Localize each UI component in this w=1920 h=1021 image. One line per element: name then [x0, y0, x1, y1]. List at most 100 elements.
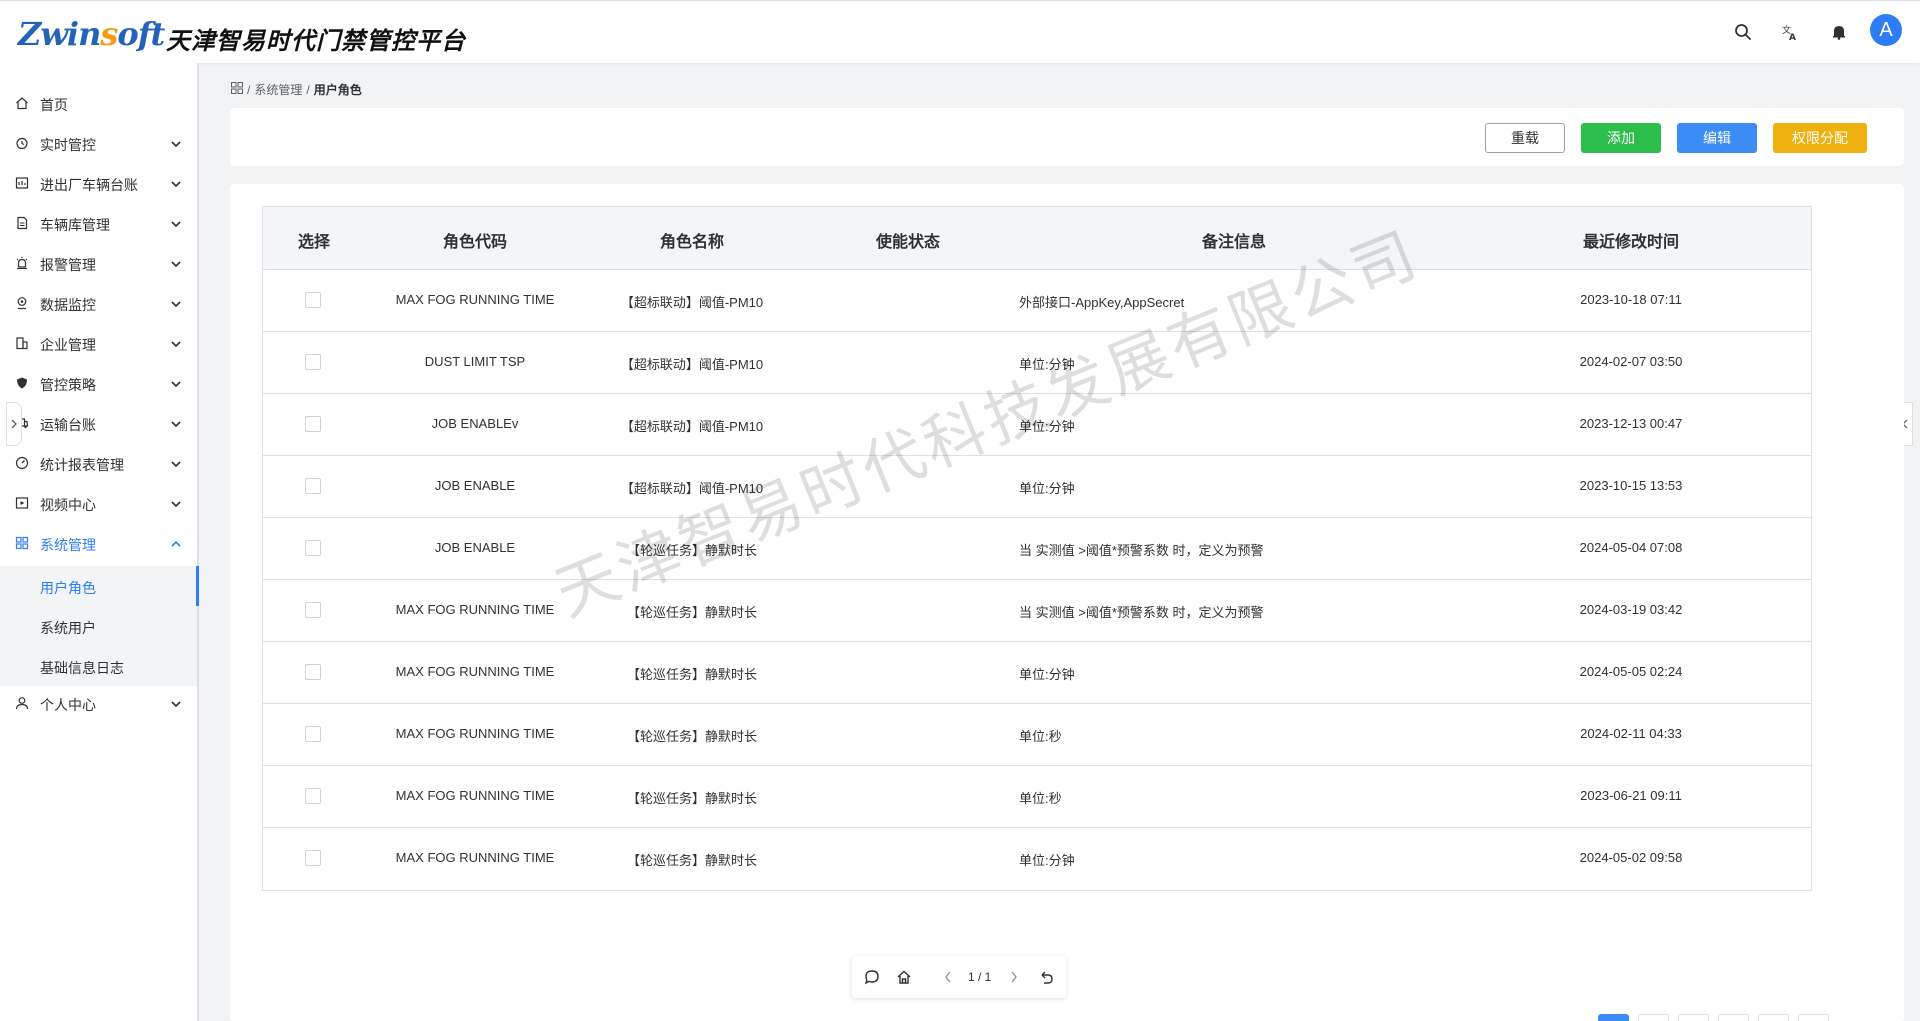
cell-remark: 当 实测值 >阈值*预警系数 时，定义为预警 [1019, 543, 1264, 558]
chevron-down-icon[interactable] [170, 697, 182, 709]
table-row[interactable]: JOB ENABLEv 【超标联动】阈值-PM10 单位:分钟 2023-12-13 … [263, 394, 1811, 456]
page-tab[interactable] [1758, 1014, 1789, 1021]
cell-role-code: DUST LIMIT TSP [424, 354, 526, 369]
sidebar-item-2[interactable]: 进出厂车辆台账 [0, 163, 197, 203]
sidebar-item-5[interactable]: 数据监控 [0, 283, 197, 323]
user-avatar[interactable]: A [1870, 14, 1902, 46]
toolbar: 重载 添加 编辑 权限分配 [230, 108, 1904, 166]
edit-button[interactable]: 编辑 [1677, 123, 1757, 153]
cell-modified-time: 2024-02-07 03:50 [1579, 354, 1683, 369]
prev-page-icon[interactable] [938, 967, 958, 987]
chevron-down-icon[interactable] [170, 377, 182, 389]
dashboard-icon [15, 456, 29, 470]
chevron-up-icon[interactable] [170, 537, 182, 549]
table-row[interactable]: MAX FOG RUNNING TIME 【轮巡任务】静默时长 单位:分钟 2024-… [263, 828, 1811, 890]
grid-icon[interactable] [231, 82, 243, 97]
cell-role-code: MAX FOG RUNNING TIME [395, 850, 555, 865]
page-tab[interactable] [1798, 1014, 1829, 1021]
column-header-select[interactable]: 选择 [298, 228, 330, 252]
chevron-down-icon[interactable] [170, 417, 182, 429]
next-page-icon[interactable] [1004, 967, 1024, 987]
row-checkbox[interactable] [305, 602, 321, 618]
search-icon[interactable] [1728, 17, 1758, 47]
cell-modified-time: 2023-10-15 13:53 [1579, 478, 1683, 493]
cell-modified-time: 2024-05-05 02:24 [1579, 664, 1683, 679]
submenu-item-info-log[interactable]: 基础信息日志 [0, 646, 197, 686]
home-icon[interactable] [894, 967, 914, 987]
column-header-role-code[interactable]: 角色代码 [443, 228, 507, 252]
table-row[interactable]: MAX FOG RUNNING TIME 【轮巡任务】静默时长 当 实测值 >阈值*… [263, 580, 1811, 642]
row-checkbox[interactable] [305, 292, 321, 308]
chevron-down-icon[interactable] [170, 497, 182, 509]
row-checkbox[interactable] [305, 478, 321, 494]
permission-assign-button[interactable]: 权限分配 [1773, 123, 1867, 153]
row-checkbox[interactable] [305, 416, 321, 432]
chevron-down-icon[interactable] [170, 137, 182, 149]
sidebar-item-10[interactable]: 视频中心 [0, 483, 197, 523]
chevron-down-icon[interactable] [170, 457, 182, 469]
chevron-down-icon[interactable] [170, 177, 182, 189]
table-row[interactable]: MAX FOG RUNNING TIME 【轮巡任务】静默时长 单位:分钟 2024-… [263, 642, 1811, 704]
cell-role-code: MAX FOG RUNNING TIME [395, 292, 555, 307]
table-row[interactable]: MAX FOG RUNNING TIME 【超标联动】阈值-PM10 外部接口-Ap… [263, 270, 1811, 332]
cell-role-code: MAX FOG RUNNING TIME [395, 664, 555, 679]
submenu-item-system-user[interactable]: 系统用户 [0, 606, 197, 646]
pager: 1 / 1 [852, 956, 1066, 998]
table-row[interactable]: MAX FOG RUNNING TIME 【轮巡任务】静默时长 单位:秒 2024-0… [263, 704, 1811, 766]
page-tab[interactable] [1598, 1014, 1629, 1021]
reload-button[interactable]: 重载 [1485, 123, 1565, 153]
column-header-role-name[interactable]: 角色名称 [660, 228, 724, 252]
sidebar-item-11[interactable]: 系统管理 [0, 523, 197, 563]
cell-role-name: 【轮巡任务】静默时长 [626, 543, 758, 558]
row-checkbox[interactable] [305, 540, 321, 556]
column-header-remark[interactable]: 备注信息 [1202, 228, 1266, 252]
chevron-down-icon[interactable] [170, 337, 182, 349]
sidebar-item-1[interactable]: 实时管控 [0, 123, 197, 163]
row-checkbox[interactable] [305, 726, 321, 742]
cell-remark: 外部接口-AppKey,AppSecret [1019, 295, 1185, 310]
table-row[interactable]: MAX FOG RUNNING TIME 【轮巡任务】静默时长 单位:秒 2023-0… [263, 766, 1811, 828]
table-row[interactable]: DUST LIMIT TSP 【超标联动】阈值-PM10 单位:分钟 2024-02-… [263, 332, 1811, 394]
sidebar-item-3[interactable]: 车辆库管理 [0, 203, 197, 243]
page-tab[interactable] [1718, 1014, 1749, 1021]
sidebar-item-8[interactable]: 运输台账 [0, 403, 197, 443]
add-button[interactable]: 添加 [1581, 123, 1661, 153]
chevron-down-icon[interactable] [170, 257, 182, 269]
sidebar-item-12[interactable]: 个人中心 [0, 683, 197, 723]
cell-modified-time: 2023-12-13 00:47 [1579, 416, 1683, 431]
row-checkbox[interactable] [305, 850, 321, 866]
sidebar-item-6[interactable]: 企业管理 [0, 323, 197, 363]
table-row[interactable]: JOB ENABLE 【超标联动】阈值-PM10 单位:分钟 2023-10-15 1… [263, 456, 1811, 518]
row-checkbox[interactable] [305, 354, 321, 370]
sidebar-item-9[interactable]: 统计报表管理 [0, 443, 197, 483]
cell-remark: 当 实测值 >阈值*预警系数 时，定义为预警 [1019, 605, 1264, 620]
chevron-down-icon[interactable] [170, 217, 182, 229]
table-row[interactable]: JOB ENABLE 【轮巡任务】静默时长 当 实测值 >阈值*预警系数 时，定义为… [263, 518, 1811, 580]
cell-remark: 单位:分钟 [1019, 419, 1075, 434]
column-header-enable-status[interactable]: 使能状态 [876, 228, 940, 252]
sidebar-collapse-handle[interactable] [6, 402, 22, 446]
cell-role-code: MAX FOG RUNNING TIME [395, 602, 555, 617]
undo-icon[interactable] [1036, 967, 1056, 987]
sidebar-item-4[interactable]: 报警管理 [0, 243, 197, 283]
row-checkbox[interactable] [305, 788, 321, 804]
translate-icon[interactable]: 文A [1775, 17, 1805, 47]
alarm-clock-icon [15, 136, 29, 150]
row-checkbox[interactable] [305, 664, 321, 680]
page-tab[interactable] [1638, 1014, 1669, 1021]
cell-role-name: 【超标联动】阈值-PM10 [620, 419, 764, 434]
column-header-modified-time[interactable]: 最近修改时间 [1583, 228, 1679, 252]
bell-icon[interactable] [1824, 17, 1854, 47]
brand-logo[interactable]: Zwinsoft [18, 15, 165, 53]
comment-icon[interactable] [862, 967, 882, 987]
page-tab[interactable] [1678, 1014, 1709, 1021]
sidebar-item-7[interactable]: 管控策略 [0, 363, 197, 403]
cell-role-name: 【超标联动】阈值-PM10 [620, 357, 764, 372]
breadcrumb-parent[interactable]: 系统管理 [254, 81, 302, 98]
grid-icon [15, 536, 29, 550]
submenu-item-user-role[interactable]: 用户角色 [0, 566, 199, 606]
location-icon [15, 296, 29, 310]
chevron-down-icon[interactable] [170, 297, 182, 309]
page-tabs [1598, 1014, 1829, 1021]
sidebar-item-0[interactable]: 首页 [0, 83, 197, 123]
